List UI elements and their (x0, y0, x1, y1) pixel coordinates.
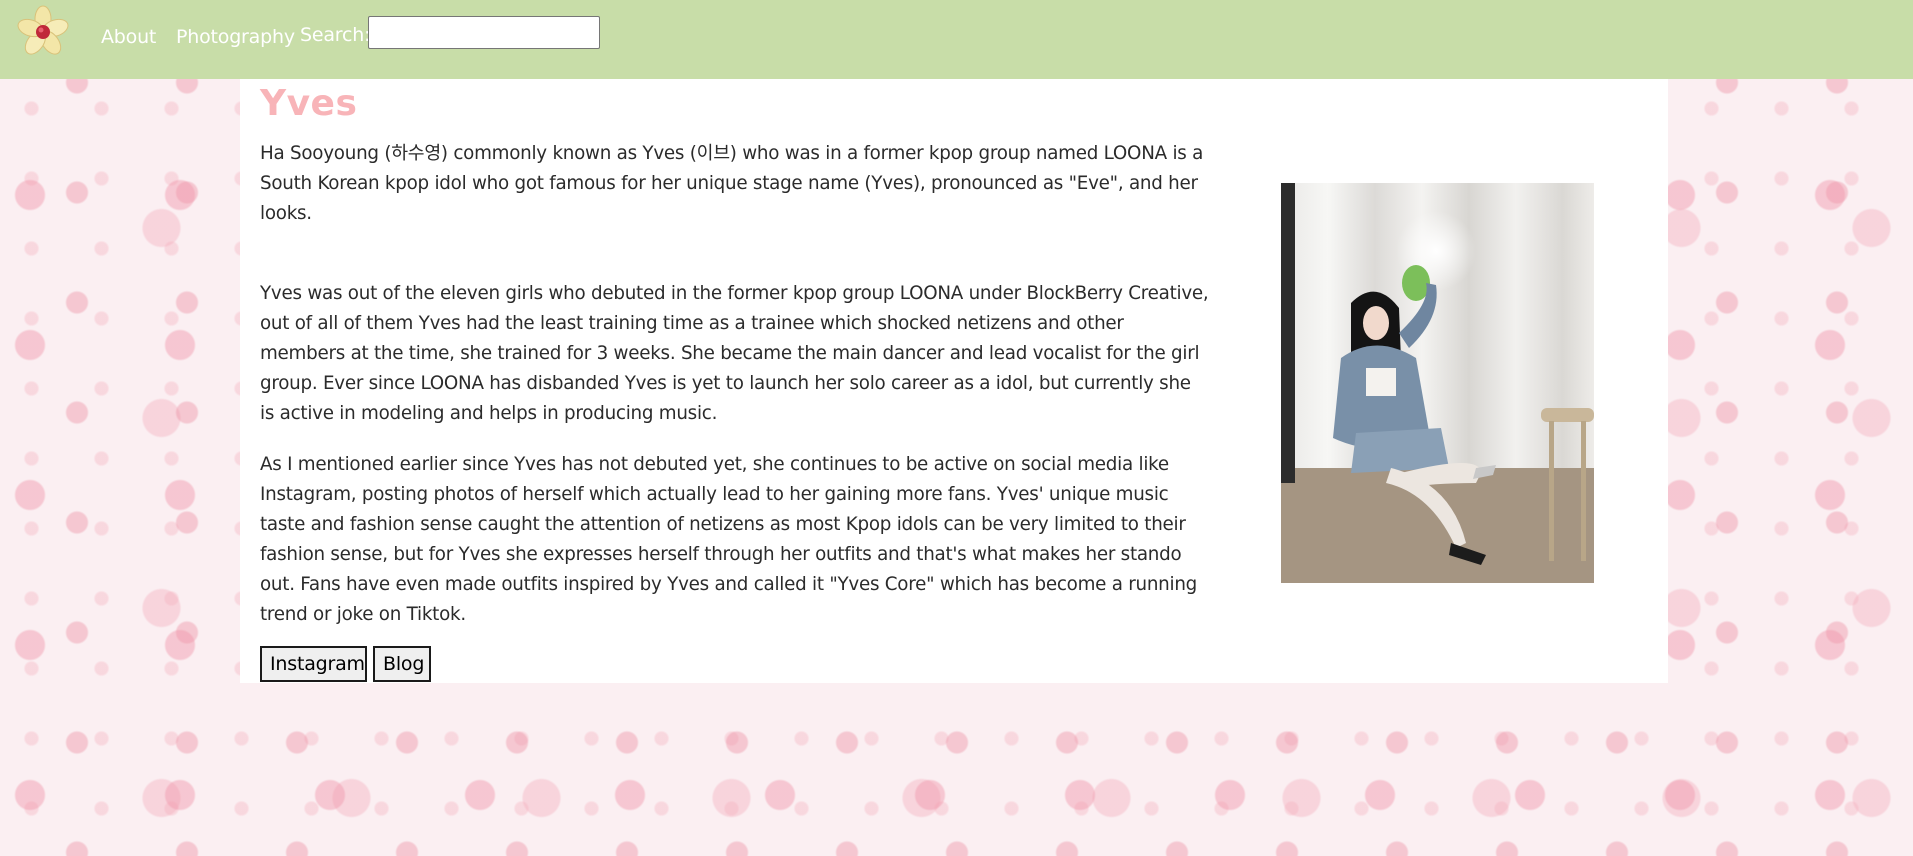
nav-link-about[interactable]: About (101, 26, 156, 48)
profile-photo (1281, 183, 1594, 583)
instagram-button[interactable]: Instagram (260, 646, 367, 682)
search-input[interactable] (368, 16, 600, 49)
photo-illustration (1281, 183, 1594, 583)
flower-logo-icon[interactable] (14, 5, 72, 59)
content-panel: Yves Ha Sooyoung (하수영) commonly known as… (240, 79, 1668, 683)
search-label: Search: (300, 24, 371, 46)
career-paragraph: Yves was out of the eleven girls who deb… (260, 283, 1209, 424)
page-title: Yves (260, 83, 358, 124)
blog-button[interactable]: Blog (373, 646, 431, 682)
intro-paragraph: Ha Sooyoung (하수영) commonly known as Yves… (260, 143, 1204, 224)
fashion-paragraph: As I mentioned earlier since Yves has no… (260, 454, 1198, 625)
navbar: About Photography Search: (0, 0, 1913, 79)
nav-link-photography[interactable]: Photography (176, 26, 295, 48)
